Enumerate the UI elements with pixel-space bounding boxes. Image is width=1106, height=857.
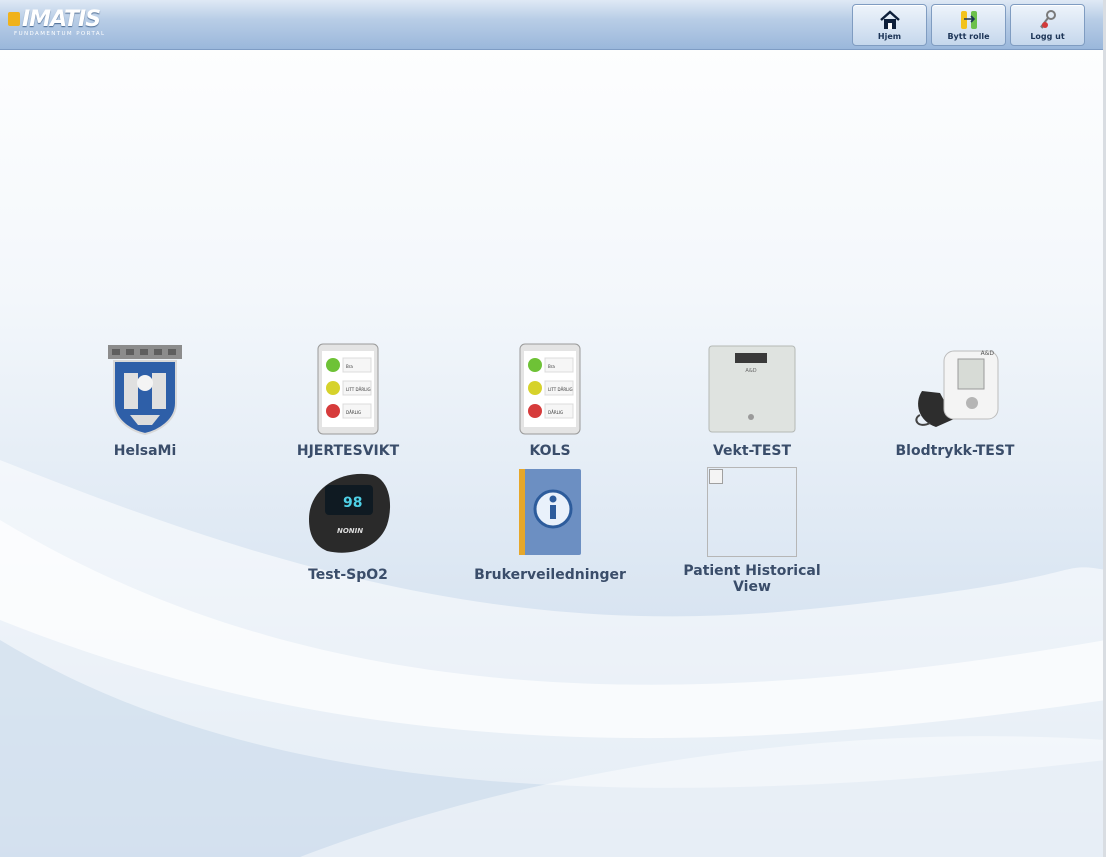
app-tile-test-spo2[interactable]: 98 NONIN Test-SpO2 <box>263 467 433 583</box>
app-tile-vekt-test[interactable]: A&D Vekt-TEST <box>667 343 837 459</box>
app-tile-label: Blodtrykk-TEST <box>895 443 1015 459</box>
home-button-label: Hjem <box>877 32 902 41</box>
bathroom-scale-icon: A&D <box>708 345 796 433</box>
smiley-label-mild: LITT DÅRLIG <box>346 387 371 392</box>
broken-image-frame <box>707 467 797 557</box>
switch-role-button[interactable]: Bytt rolle <box>931 4 1006 46</box>
smiley-label-good: Bra <box>548 364 555 369</box>
app-tile-hjertesvikt[interactable]: Bra LITT DÅRLIG DÅRLIG HJERTESVIKT <box>263 343 433 459</box>
smiley-label-bad: DÅRLIG <box>548 410 563 415</box>
logout-button[interactable]: Logg ut <box>1010 4 1085 46</box>
top-bar: IMATIS FUNDAMENTUM PORTAL Hjem Bytt roll… <box>0 0 1103 50</box>
blood-pressure-monitor-icon: A&D <box>915 350 999 427</box>
home-button[interactable]: Hjem <box>852 4 927 46</box>
app-tile-helsami[interactable]: HelsaMi <box>60 343 230 459</box>
tablet-smiley-icon: Bra LITT DÅRLIG DÅRLIG <box>519 343 581 435</box>
oximeter-reading: 98 <box>343 495 362 511</box>
scale-brand: A&D <box>745 368 756 374</box>
imatis-logo: IMATIS FUNDAMENTUM PORTAL <box>8 7 108 40</box>
logo-mark-icon <box>8 12 20 26</box>
app-tile-blodtrykk-test[interactable]: A&D Blodtrykk-TEST <box>870 343 1040 459</box>
switch-role-button-label: Bytt rolle <box>947 32 990 41</box>
pulse-oximeter-icon: 98 NONIN <box>309 473 391 553</box>
logout-keys-icon <box>1040 10 1056 29</box>
app-tile-label: KOLS <box>529 443 571 459</box>
smiley-label-good: Bra <box>346 364 353 369</box>
app-tile-patient-historical-view[interactable]: Patient Historical View <box>667 467 837 595</box>
home-icon <box>880 10 900 29</box>
smiley-label-bad: DÅRLIG <box>346 410 361 415</box>
app-tile-label: Brukerveiledninger <box>474 567 626 583</box>
broken-image-glyph-icon <box>709 469 723 484</box>
app-tile-label: Patient Historical View <box>683 563 821 595</box>
coat-of-arms-icon <box>108 345 182 436</box>
switch-role-icon <box>961 11 977 29</box>
app-tile-label: HJERTESVIKT <box>296 443 400 459</box>
tablet-smiley-icon: Bra LITT DÅRLIG DÅRLIG <box>317 343 379 435</box>
logo-wordmark: IMATIS <box>22 7 101 32</box>
app-tile-label: Vekt-TEST <box>712 443 792 459</box>
smiley-label-mild: LITT DÅRLIG <box>548 387 573 392</box>
bp-brand: A&D <box>981 350 995 357</box>
logo-tagline: FUNDAMENTUM PORTAL <box>14 31 106 37</box>
app-tile-label: Test-SpO2 <box>308 567 388 583</box>
info-book-icon <box>519 469 581 555</box>
app-tile-label: HelsaMi <box>113 443 177 459</box>
logout-button-label: Logg ut <box>1030 32 1065 41</box>
oximeter-brand: NONIN <box>337 527 363 535</box>
app-tile-brukerveiledninger[interactable]: Brukerveiledninger <box>465 467 635 583</box>
broken-image-icon <box>707 467 797 559</box>
app-tile-kols[interactable]: Bra LITT DÅRLIG DÅRLIG KOLS <box>465 343 635 459</box>
